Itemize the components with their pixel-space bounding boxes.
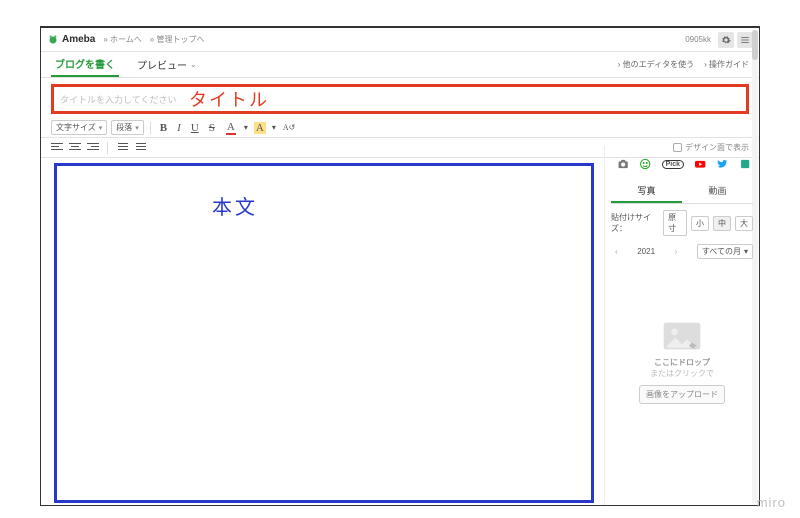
paragraph-label: 段落 xyxy=(116,122,132,133)
emoji-icon[interactable] xyxy=(639,156,651,172)
app-header: Ameba » ホームへ » 管理トップへ 0905kk xyxy=(41,28,759,52)
camera-icon[interactable] xyxy=(617,156,629,172)
font-color-button[interactable]: A xyxy=(222,121,240,135)
body-editor-callout[interactable]: 本文 xyxy=(54,163,594,503)
drop-line2: またはクリックで xyxy=(611,368,753,379)
callout-body-label: 本文 xyxy=(212,191,258,220)
chevron-down-icon[interactable]: ▾ xyxy=(272,123,276,132)
color-swatch-icon xyxy=(226,133,236,135)
format-toolbar: 文字サイズ▾ 段落▾ B I U S A ▾ A ▾ A↺ xyxy=(41,118,759,138)
size-m-button[interactable]: 中 xyxy=(713,216,731,231)
crumb-admin[interactable]: » 管理トップへ xyxy=(150,34,205,45)
menu-icon xyxy=(740,35,750,45)
more-icon[interactable] xyxy=(739,156,751,172)
tab-write[interactable]: ブログを書く xyxy=(51,52,119,77)
youtube-icon[interactable] xyxy=(694,156,706,172)
bg-color-button[interactable]: A xyxy=(252,122,268,134)
font-size-label: 文字サイズ xyxy=(56,122,96,133)
brand-logo[interactable]: Ameba xyxy=(47,34,95,46)
month-dropdown[interactable]: すべての月 ▾ xyxy=(697,244,753,259)
tab-preview-label: プレビュー xyxy=(137,57,187,72)
menu-button[interactable] xyxy=(737,32,753,48)
tab-video[interactable]: 動画 xyxy=(682,180,753,203)
drop-line1: ここにドロップ xyxy=(611,357,753,368)
bold-button[interactable]: B xyxy=(157,122,170,134)
italic-button[interactable]: I xyxy=(174,122,184,134)
separator xyxy=(107,142,108,154)
media-sources: Pick xyxy=(611,152,753,176)
size-label: 貼付けサイズ： xyxy=(611,212,659,234)
tab-photo[interactable]: 写真 xyxy=(611,180,682,203)
list-ol-button[interactable] xyxy=(134,143,146,153)
next-year-button[interactable]: › xyxy=(671,247,682,256)
settings-button[interactable] xyxy=(718,32,734,48)
bg-color-label: A xyxy=(254,122,266,134)
month-label: すべての月 xyxy=(702,246,741,257)
chevron-down-icon: ⌄ xyxy=(190,60,197,69)
year-label: 2021 xyxy=(637,247,655,256)
title-input[interactable]: タイトルを入力してください xyxy=(60,93,176,106)
font-size-dropdown[interactable]: 文字サイズ▾ xyxy=(51,120,107,135)
callout-title-label: タイトル xyxy=(189,86,269,112)
twitter-icon[interactable] xyxy=(716,156,728,172)
font-color-label: A xyxy=(224,121,238,133)
align-right-button[interactable] xyxy=(87,143,99,153)
size-orig-button[interactable]: 原寸 xyxy=(663,210,687,236)
link-other-editor[interactable]: 他のエディタを使う xyxy=(618,59,694,70)
pick-icon[interactable]: Pick xyxy=(662,160,684,169)
media-tabs: 写真 動画 xyxy=(611,180,753,204)
watermark: miro xyxy=(757,495,786,510)
ameba-icon xyxy=(47,34,59,46)
strike-button[interactable]: S xyxy=(206,122,218,134)
paste-size-row: 貼付けサイズ： 原寸 小 中 大 xyxy=(611,204,753,242)
prev-year-button[interactable]: ‹ xyxy=(611,247,622,256)
title-input-callout: タイトルを入力してください タイトル xyxy=(51,84,749,114)
image-drop-area[interactable]: ここにドロップ またはクリックで 画像をアップロード xyxy=(611,321,753,404)
upload-image-button[interactable]: 画像をアップロード xyxy=(639,385,725,404)
image-placeholder-icon xyxy=(662,321,702,351)
brand-text: Ameba xyxy=(62,34,95,45)
editor-tabs: ブログを書く プレビュー ⌄ 他のエディタを使う 操作ガイド xyxy=(41,52,759,78)
chevron-down-icon: ▾ xyxy=(744,247,748,256)
media-panel: Pick 写真 動画 貼付けサイズ： 原寸 小 中 大 ‹ 2021 › すべて… xyxy=(604,146,759,506)
align-center-button[interactable] xyxy=(69,143,81,153)
chevron-down-icon: ▾ xyxy=(99,124,103,132)
underline-button[interactable]: U xyxy=(188,122,202,134)
separator xyxy=(150,122,151,134)
date-filter-row: ‹ 2021 › すべての月 ▾ xyxy=(611,242,753,261)
clear-format-button[interactable]: A↺ xyxy=(280,123,298,132)
app-window: Ameba » ホームへ » 管理トップへ 0905kk ブログを書く プレビュ… xyxy=(40,26,760,506)
size-l-button[interactable]: 大 xyxy=(735,216,753,231)
tab-preview[interactable]: プレビュー ⌄ xyxy=(133,52,201,77)
list-ul-button[interactable] xyxy=(116,143,128,153)
username[interactable]: 0905kk xyxy=(685,35,711,44)
size-s-button[interactable]: 小 xyxy=(691,216,709,231)
align-left-button[interactable] xyxy=(51,143,63,153)
tab-write-label: ブログを書く xyxy=(55,56,115,71)
scrollbar-thumb[interactable] xyxy=(752,30,758,60)
link-guide[interactable]: 操作ガイド xyxy=(704,59,749,70)
gear-icon xyxy=(721,35,731,45)
chevron-down-icon: ▾ xyxy=(135,124,139,132)
crumb-home[interactable]: » ホームへ xyxy=(103,34,141,45)
paragraph-dropdown[interactable]: 段落▾ xyxy=(111,120,144,135)
chevron-down-icon[interactable]: ▾ xyxy=(244,123,248,132)
